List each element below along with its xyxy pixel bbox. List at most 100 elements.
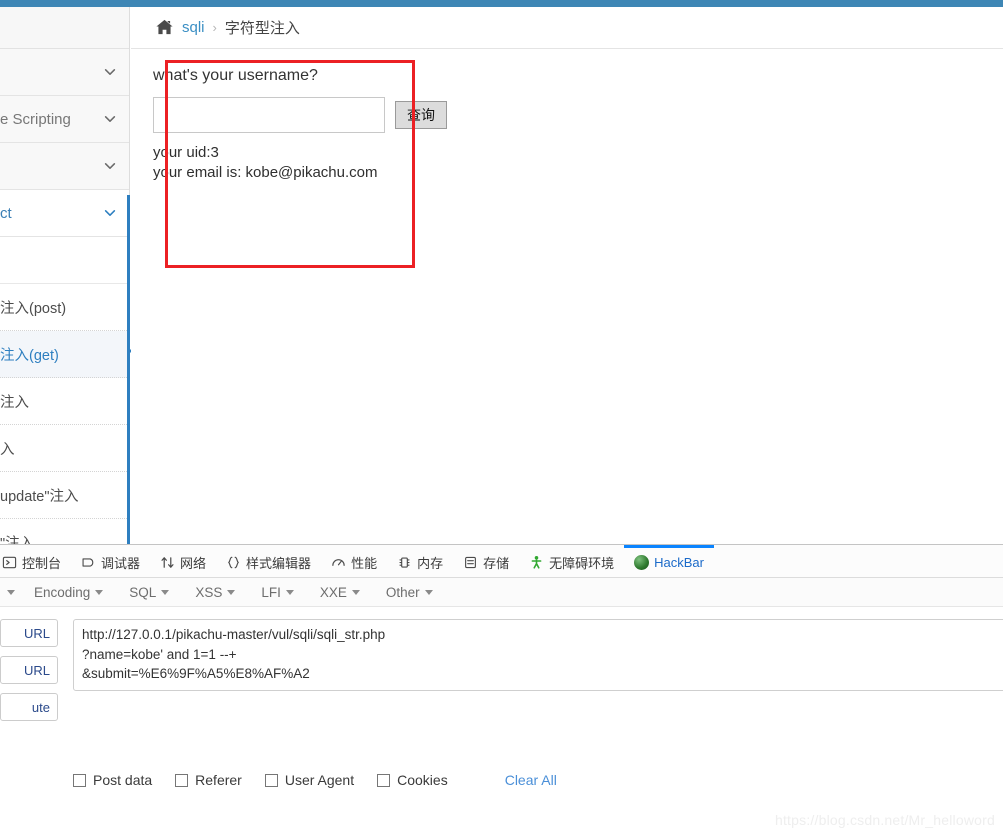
checkbox-referer[interactable]: Referer — [175, 772, 242, 788]
checkbox-icon[interactable] — [73, 773, 86, 787]
sidebar-item-injection-4[interactable]: 入 — [0, 425, 129, 472]
hackbar-menu-lfi[interactable]: LFI — [248, 585, 307, 600]
sidebar-group-2-label: e Scripting — [0, 110, 71, 128]
breadcrumb-section[interactable]: sqli — [182, 19, 205, 36]
execute-button[interactable]: ute — [0, 693, 58, 721]
hackbar-menu-sql-label: SQL — [129, 584, 157, 600]
checkbox-user-agent[interactable]: User Agent — [264, 772, 355, 788]
devtools-tab-storage[interactable]: 存储 — [453, 545, 519, 577]
sqli-form: what's your username? 查询 your uid:3 your… — [131, 49, 1003, 181]
devtools-tab-hackbar-label: HackBar — [654, 555, 704, 570]
hackbar-menubar: Encoding SQL XSS LFI XXE Other — [0, 578, 1003, 607]
load-url-button[interactable]: URL — [0, 619, 58, 647]
console-icon — [2, 555, 17, 570]
checkbox-icon[interactable] — [377, 773, 391, 787]
devtools-tab-memory[interactable]: 内存 — [387, 545, 453, 577]
checkbox-post-data[interactable]: Post data — [73, 772, 152, 788]
sidebar: e Scripting ct 注入(post) 注入(get) 注入 入 upd… — [0, 7, 130, 544]
sidebar-group-3[interactable] — [0, 143, 129, 190]
devtools-tab-storage-label: 存储 — [483, 556, 510, 571]
devtools-tab-debugger[interactable]: 调试器 — [71, 545, 150, 577]
split-url-button[interactable]: URL — [0, 656, 58, 684]
sidebar-item-insert-update-injection[interactable]: update"注入 — [0, 472, 129, 519]
chevron-down-icon — [7, 589, 15, 595]
hackbar-url-line1: http://127.0.0.1/pikachu-master/vul/sqli… — [82, 627, 386, 642]
chevron-down-icon — [285, 589, 294, 595]
clear-all-link[interactable]: Clear All — [505, 772, 557, 788]
sidebar-active-rail — [127, 195, 130, 544]
hackbar-menu-sql[interactable]: SQL — [116, 585, 182, 600]
chevron-down-icon — [103, 65, 117, 79]
sidebar-item-injection-6[interactable]: "注入 — [0, 519, 129, 544]
devtools-tab-hackbar[interactable]: HackBar — [624, 545, 714, 577]
hackbar-menu-other[interactable]: Other — [373, 585, 446, 600]
checkbox-post-data-label: Post data — [93, 772, 153, 788]
sidebar-item-insert-update-label: update"注入 — [0, 488, 79, 505]
sidebar-group-sql-inject[interactable]: ct — [0, 190, 129, 237]
devtools-tabbar: 控制台 调试器 网络 样式编辑器 性能 内存 存储 无障碍环境 HackBar — [0, 545, 1003, 578]
storage-icon — [463, 555, 478, 570]
hackbar-menu-encoding-label: Encoding — [34, 584, 91, 600]
debugger-icon — [81, 555, 96, 570]
home-icon[interactable] — [155, 18, 174, 37]
username-query-row: 查询 — [153, 97, 1003, 133]
devtools-tab-console-label: 控制台 — [22, 556, 62, 571]
devtools-tab-console[interactable]: 控制台 — [0, 545, 71, 577]
hackbar-menu-xss-label: XSS — [195, 584, 223, 600]
username-input[interactable] — [153, 97, 385, 133]
hackbar-body: URL URL ute http://127.0.0.1/pikachu-mas… — [0, 607, 1003, 788]
devtools-tab-accessibility[interactable]: 无障碍环境 — [519, 545, 624, 577]
result-email: your email is: kobe@pikachu.com — [153, 164, 378, 181]
username-question-label: what's your username? — [153, 67, 318, 84]
watermark: https://blog.csdn.net/Mr_helloword — [774, 812, 995, 828]
sidebar-item-injection-3[interactable]: 注入 — [0, 378, 129, 425]
hackbar-menu-xss[interactable]: XSS — [182, 585, 248, 600]
chevron-down-icon — [424, 589, 433, 595]
sidebar-item-injection-get[interactable]: 注入(get) — [0, 331, 129, 378]
sidebar-group-cross-site-scripting[interactable]: e Scripting — [0, 96, 129, 143]
chevron-down-icon — [95, 589, 104, 595]
query-submit-button[interactable]: 查询 — [395, 101, 447, 129]
hackbar-menu-xxe[interactable]: XXE — [307, 585, 373, 600]
screenshot-root: e Scripting ct 注入(post) 注入(get) 注入 入 upd… — [0, 0, 1003, 838]
hackbar-options: Post data Referer User Agent Cookies Cle… — [73, 772, 557, 788]
devtools-tab-network-label: 网络 — [180, 556, 207, 571]
hackbar-menu-encoding[interactable]: Encoding — [21, 585, 116, 600]
sidebar-item-injection-post-label: 注入(post) — [0, 300, 67, 317]
checkbox-cookies[interactable]: Cookies — [377, 772, 448, 788]
chevron-down-icon — [161, 589, 170, 595]
chevron-down-icon — [351, 589, 360, 595]
checkbox-icon[interactable] — [175, 773, 189, 787]
hackbar-action-buttons: URL URL ute — [0, 619, 58, 721]
breadcrumb-current: 字符型注入 — [224, 20, 300, 37]
devtools-tab-style-editor-label: 样式编辑器 — [246, 556, 312, 571]
checkbox-cookies-label: Cookies — [397, 772, 448, 788]
sidebar-item-blank[interactable] — [0, 237, 129, 284]
checkbox-user-agent-label: User Agent — [284, 772, 355, 788]
hackbar-menu-other-label: Other — [385, 584, 420, 600]
hackbar-menu-xxe-label: XXE — [319, 584, 347, 600]
checkbox-icon[interactable] — [264, 773, 278, 787]
sidebar-group-1[interactable] — [0, 49, 129, 96]
hackbar-url-line2: ?name=kobe' and 1=1 --+ — [82, 646, 237, 662]
breadcrumb: sqli › 字符型注入 — [131, 7, 1003, 49]
chevron-down-icon — [103, 112, 117, 126]
devtools-tab-performance-label: 性能 — [351, 556, 378, 571]
hackbar-menu-lfi-label: LFI — [261, 584, 281, 600]
devtools-panel: 控制台 调试器 网络 样式编辑器 性能 内存 存储 无障碍环境 HackBar … — [0, 544, 1003, 838]
devtools-tab-performance[interactable]: 性能 — [321, 545, 387, 577]
devtools-tab-accessibility-label: 无障碍环境 — [549, 556, 615, 571]
hackbar-menu-cut[interactable] — [0, 589, 21, 595]
devtools-tab-style-editor[interactable]: 样式编辑器 — [216, 545, 321, 577]
accessibility-icon — [529, 555, 544, 570]
hackbar-url-textarea[interactable]: http://127.0.0.1/pikachu-master/vul/sqli… — [73, 619, 1003, 691]
sidebar-header — [0, 7, 129, 49]
devtools-tab-memory-label: 内存 — [417, 556, 444, 571]
sidebar-group-4-label: ct — [0, 204, 12, 222]
chevron-down-icon — [103, 159, 117, 173]
sidebar-item-injection-post[interactable]: 注入(post) — [0, 284, 129, 331]
devtools-tab-network[interactable]: 网络 — [150, 545, 216, 577]
network-icon — [160, 555, 175, 570]
hackbar-url-line3: &submit=%E6%9F%A5%E8%AF%A2 — [82, 666, 310, 681]
breadcrumb-separator: › — [212, 20, 217, 35]
